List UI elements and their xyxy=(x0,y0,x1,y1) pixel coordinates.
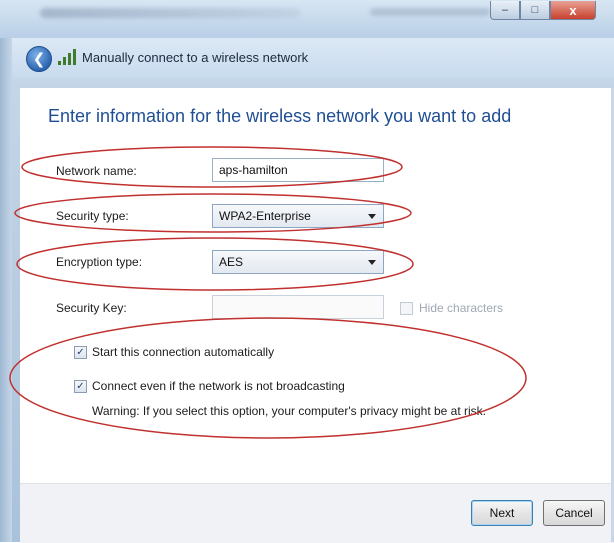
privacy-warning-text: Warning: If you select this option, your… xyxy=(92,404,487,418)
minimize-button[interactable]: – xyxy=(490,1,520,20)
window-controls: – □ x xyxy=(490,1,596,21)
encryption-type-label: Encryption type: xyxy=(56,255,143,269)
hide-characters-label: Hide characters xyxy=(419,301,504,315)
blurred-background-title-2 xyxy=(370,8,490,16)
network-name-input[interactable]: aps-hamilton xyxy=(212,158,384,182)
security-type-select[interactable]: WPA2-Enterprise xyxy=(212,204,384,228)
security-type-value: WPA2-Enterprise xyxy=(219,209,311,223)
connect-even-label: Connect even if the network is not broad… xyxy=(92,379,345,393)
maximize-button[interactable]: □ xyxy=(520,1,550,20)
page-heading: Enter information for the wireless netwo… xyxy=(48,106,512,126)
start-automatically-label: Start this connection automatically xyxy=(92,345,275,359)
chevron-down-icon xyxy=(368,260,376,265)
cancel-button[interactable]: Cancel xyxy=(543,500,605,526)
next-button[interactable]: Next xyxy=(471,500,533,526)
chevron-down-icon xyxy=(368,214,376,219)
encryption-type-value: AES xyxy=(219,255,244,269)
network-name-label: Network name: xyxy=(56,164,137,178)
wizard-title: Manually connect to a wireless network xyxy=(82,50,309,65)
blurred-background-title xyxy=(40,8,300,18)
back-arrow-icon[interactable]: ❮ xyxy=(26,46,52,72)
connect-even-checkbox[interactable]: ✓ xyxy=(74,380,87,393)
hide-characters-checkbox[interactable] xyxy=(400,302,413,315)
wizard-footer: Next Cancel xyxy=(20,483,614,543)
wireless-network-icon xyxy=(58,49,76,65)
wizard-content: Enter information for the wireless netwo… xyxy=(20,88,614,543)
encryption-type-select[interactable]: AES xyxy=(212,250,384,274)
close-button[interactable]: x xyxy=(550,1,596,20)
security-key-input[interactable] xyxy=(212,295,384,319)
start-automatically-checkbox[interactable]: ✓ xyxy=(74,346,87,359)
title-bar: – □ x xyxy=(0,0,614,38)
navigation-bar: ❮ Manually connect to a wireless network xyxy=(12,38,614,78)
security-key-label: Security Key: xyxy=(56,301,127,315)
security-type-label: Security type: xyxy=(56,209,129,223)
